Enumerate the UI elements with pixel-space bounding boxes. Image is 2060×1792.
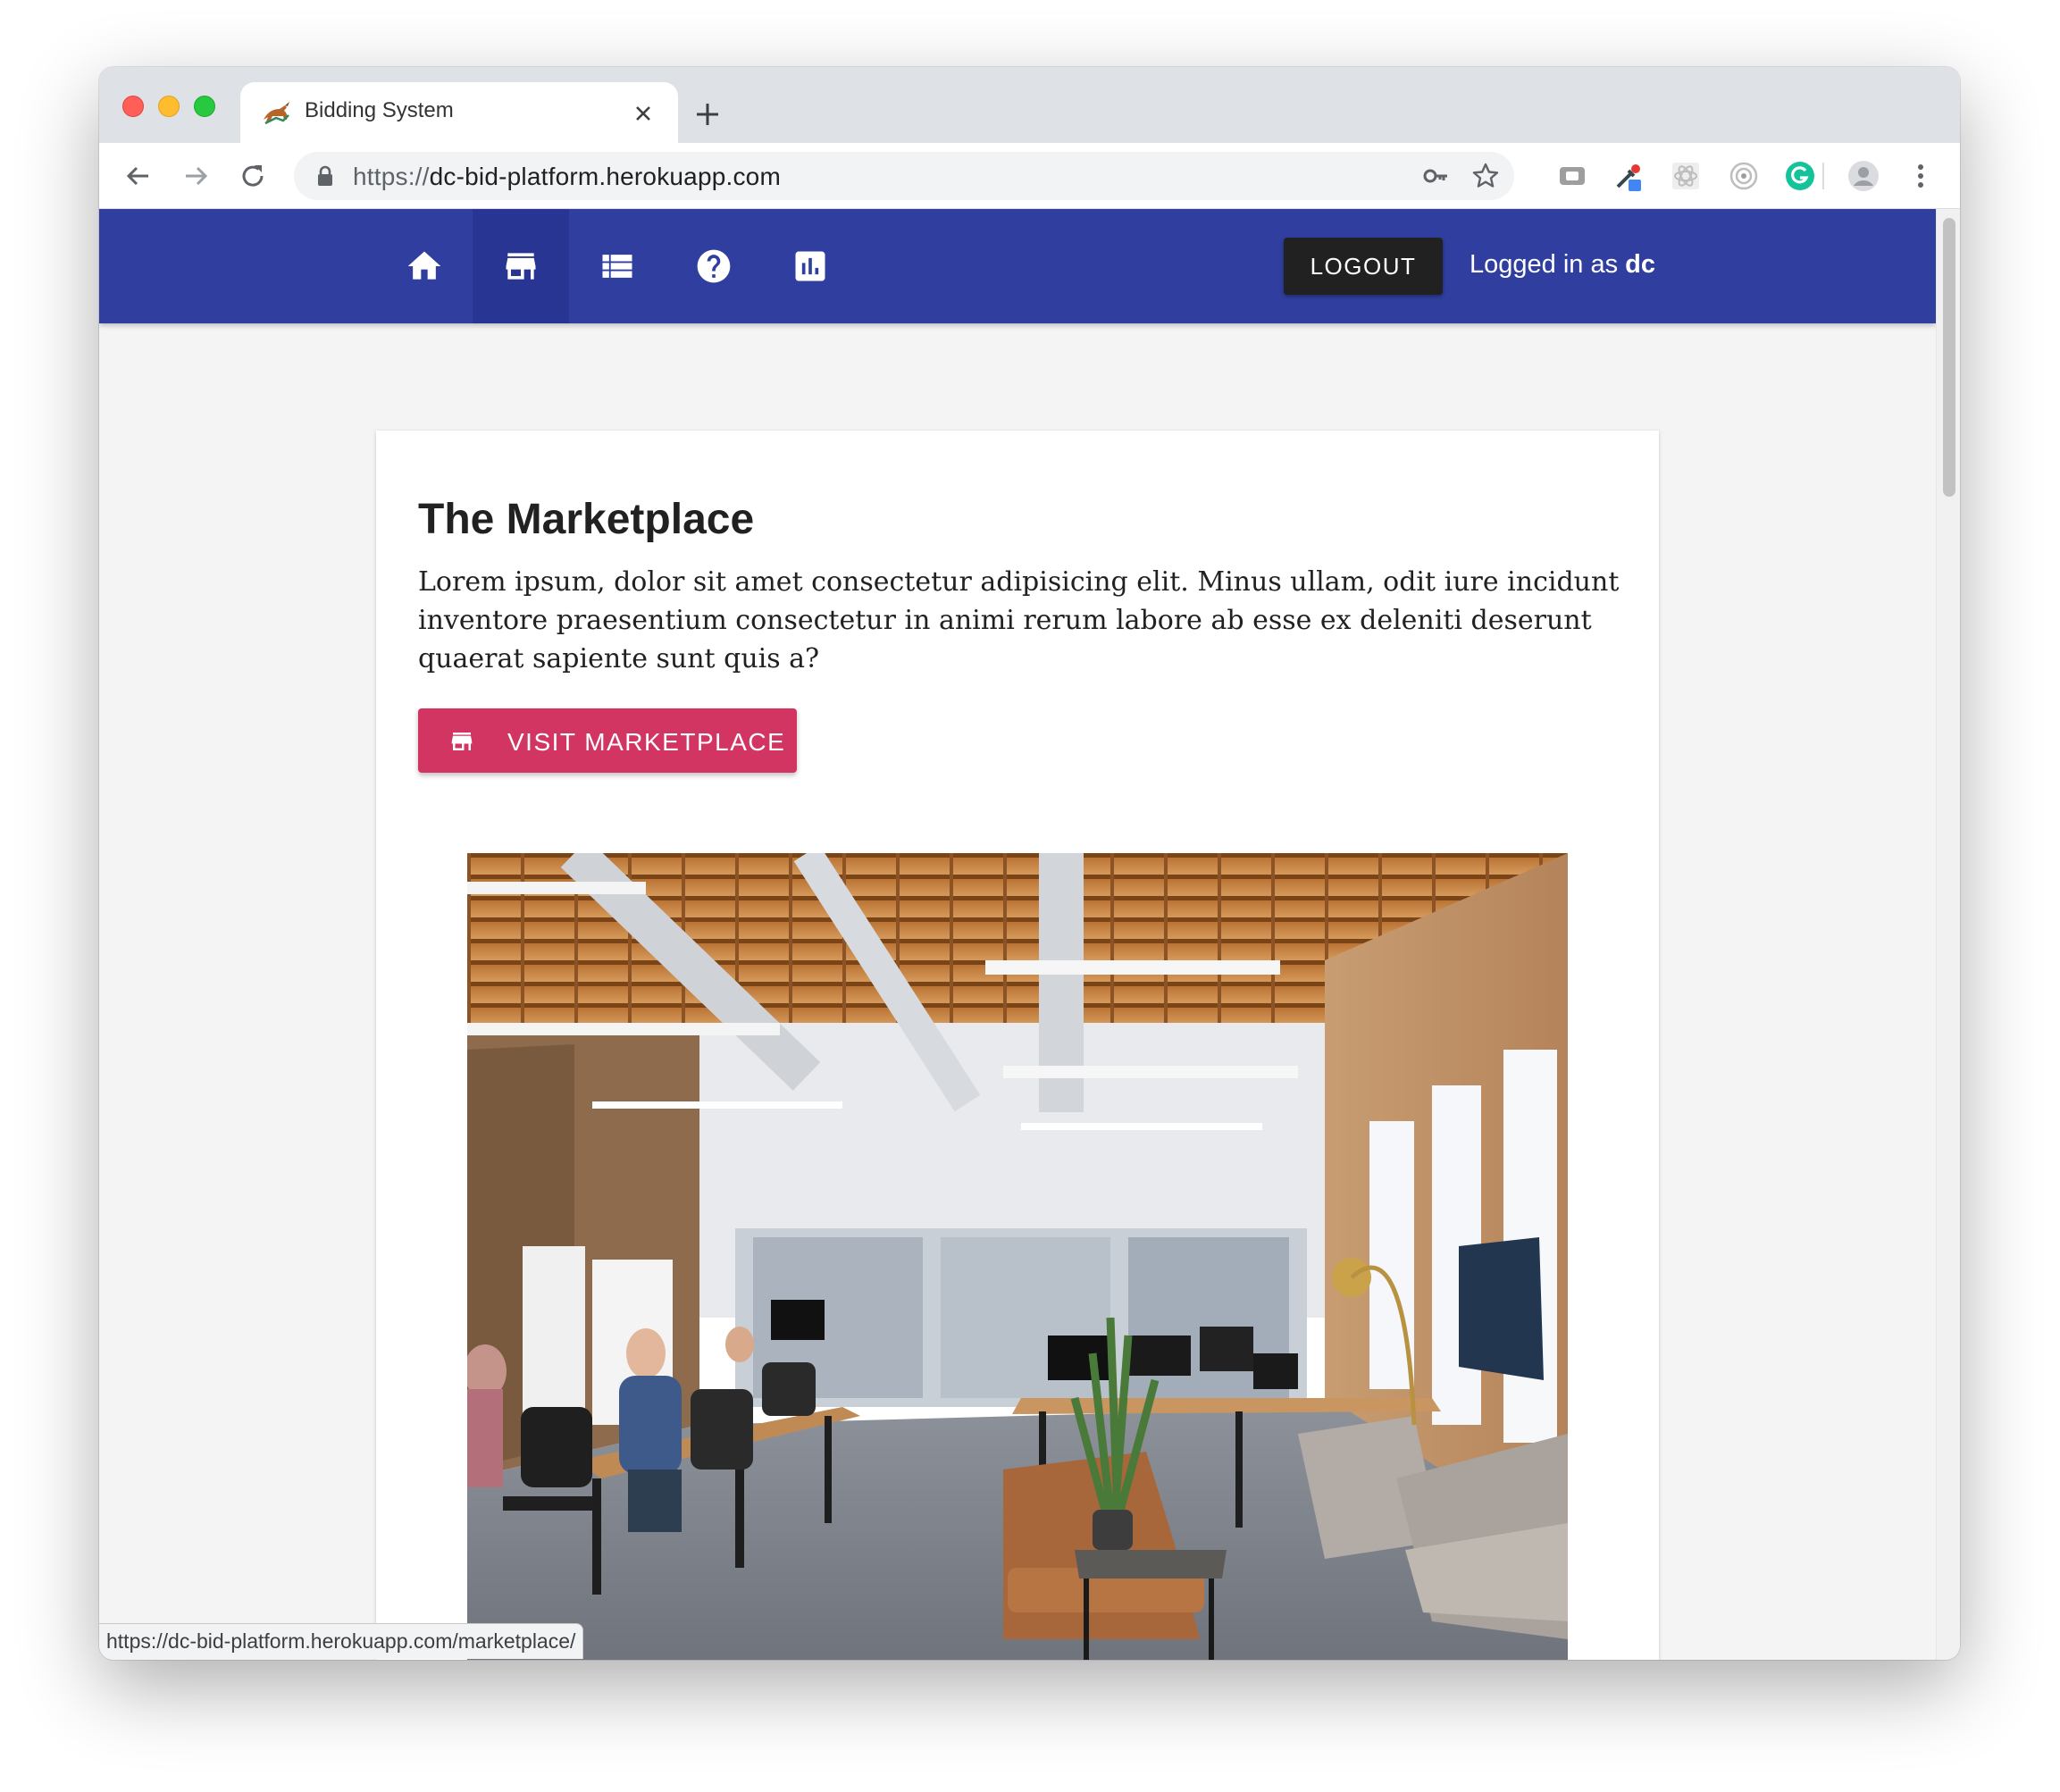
browser-tab[interactable]: Bidding System — [240, 82, 678, 143]
extension-video-icon[interactable] — [1556, 160, 1588, 192]
back-icon[interactable] — [122, 160, 155, 192]
logged-in-status: Logged in as dc — [1470, 250, 1655, 280]
scrollbar-thumb[interactable] — [1943, 218, 1955, 497]
store-icon — [451, 733, 473, 750]
extension-target-icon[interactable] — [1728, 160, 1760, 192]
link-status-bubble: https://dc-bid-platform.herokuapp.com/ma… — [99, 1623, 584, 1659]
bar-chart-icon — [795, 251, 825, 281]
key-icon[interactable] — [1421, 162, 1450, 190]
close-window-button[interactable] — [122, 96, 144, 117]
toolbar-divider — [1822, 163, 1824, 189]
home-icon — [407, 251, 441, 280]
logged-in-label: Logged in as — [1470, 250, 1619, 279]
card-description: Lorem ipsum, dolor sit amet consectetur … — [418, 566, 1620, 674]
new-tab-icon[interactable] — [692, 99, 723, 130]
forward-icon[interactable] — [180, 160, 212, 192]
browser-toolbar: https://dc-bid-platform.herokuapp.com — [99, 143, 1960, 209]
nav-help-button[interactable] — [666, 209, 762, 323]
nav-stats-button[interactable] — [762, 209, 858, 323]
extension-eyedropper-icon[interactable] — [1612, 160, 1645, 192]
address-bar[interactable]: https://dc-bid-platform.herokuapp.com — [294, 152, 1514, 200]
zoom-window-button[interactable] — [194, 96, 215, 117]
visit-marketplace-button[interactable]: VISIT MARKETPLACE — [418, 708, 797, 773]
nav-home-button[interactable] — [376, 209, 473, 323]
office-photo — [467, 853, 1568, 1660]
profile-icon[interactable] — [1847, 160, 1880, 192]
visit-marketplace-label: VISIT MARKETPLACE — [507, 728, 786, 756]
marketplace-card: The Marketplace Lorem ipsum, dolor sit a… — [376, 431, 1659, 1660]
minimize-window-button[interactable] — [158, 96, 180, 117]
nav-list-button[interactable] — [569, 209, 666, 323]
card-title: The Marketplace — [418, 496, 755, 543]
tab-strip: Bidding System — [99, 67, 1960, 143]
list-icon — [602, 255, 632, 278]
nav-marketplace-button[interactable] — [473, 209, 569, 323]
tab-close-icon[interactable] — [630, 100, 657, 127]
lock-icon — [318, 165, 332, 186]
extension-react-icon[interactable] — [1670, 160, 1702, 192]
username: dc — [1625, 250, 1655, 279]
bull-favicon-icon — [264, 102, 289, 125]
logout-button[interactable]: LOGOUT — [1284, 238, 1443, 295]
page-viewport: LOGOUT Logged in as dc The Marketplace L… — [99, 209, 1936, 1660]
page-scrollbar[interactable] — [1936, 209, 1960, 1660]
reload-icon[interactable] — [237, 160, 269, 192]
tab-title: Bidding System — [305, 98, 454, 122]
grammarly-icon[interactable] — [1784, 160, 1816, 192]
app-bar: LOGOUT Logged in as dc — [99, 209, 1936, 323]
menu-icon[interactable] — [1905, 160, 1937, 192]
help-icon — [697, 249, 731, 283]
star-icon[interactable] — [1471, 162, 1500, 190]
browser-window: Bidding System https://dc-bid-platform.h… — [99, 67, 1960, 1660]
store-icon — [506, 253, 536, 280]
address-url: https://dc-bid-platform.herokuapp.com — [353, 163, 781, 190]
